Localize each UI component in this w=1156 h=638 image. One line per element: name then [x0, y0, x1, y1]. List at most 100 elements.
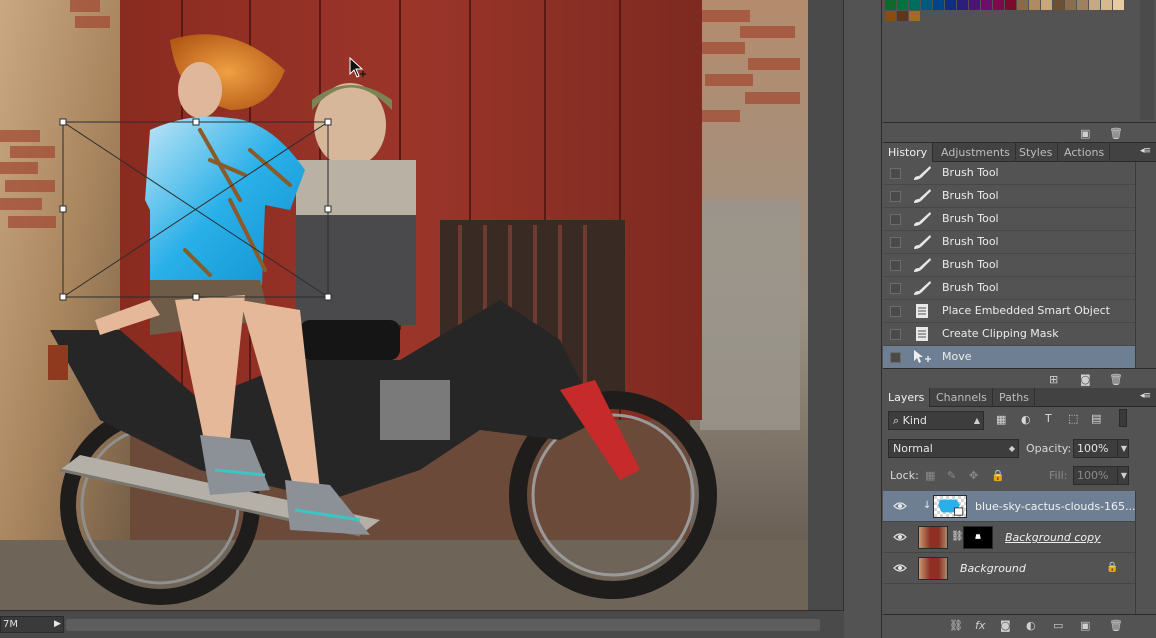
tab-actions[interactable]: Actions — [1059, 143, 1111, 162]
status-menu-arrow-icon[interactable]: ▶ — [54, 619, 61, 629]
swatch[interactable] — [957, 0, 968, 10]
blend-mode-select[interactable]: Normal ◆ — [888, 439, 1019, 458]
swatch[interactable] — [1101, 0, 1112, 10]
adjustment-layer-icon[interactable]: ◐ — [1026, 619, 1036, 632]
fx-icon[interactable]: fx — [975, 619, 985, 632]
swatch[interactable] — [1041, 0, 1052, 10]
swatch[interactable] — [885, 11, 896, 21]
swatch[interactable] — [1065, 0, 1076, 10]
canvas-image[interactable] — [0, 0, 808, 610]
swatch[interactable] — [897, 0, 908, 10]
history-snapshot-checkbox[interactable] — [890, 283, 901, 294]
layer-mask-thumbnail[interactable] — [963, 526, 993, 549]
lock-image-icon[interactable]: ✎ — [947, 469, 956, 482]
history-item[interactable]: Brush Tool — [883, 162, 1135, 185]
swatch[interactable] — [945, 0, 956, 10]
filter-smart-object-icon[interactable]: ▤ — [1091, 412, 1101, 425]
eye-icon[interactable] — [893, 500, 907, 512]
camera-icon[interactable]: ◙ — [1080, 373, 1091, 386]
swatch[interactable] — [909, 0, 920, 10]
swatch[interactable] — [921, 0, 932, 10]
tab-history[interactable]: History — [883, 143, 934, 162]
filter-pixel-icon[interactable]: ▦ — [996, 413, 1006, 426]
swatch[interactable] — [1113, 0, 1124, 10]
fill-input[interactable]: 100% ▼ — [1073, 466, 1129, 485]
tab-paths[interactable]: Paths — [994, 388, 1035, 407]
layer-name[interactable]: Background copy — [1005, 522, 1101, 553]
document-canvas[interactable] — [0, 0, 808, 610]
layer-name[interactable]: Background — [960, 553, 1026, 584]
swatch[interactable] — [885, 0, 896, 10]
brush-icon — [914, 166, 931, 180]
panel-menu-icon[interactable]: ◂≡ — [1140, 146, 1151, 156]
tab-channels[interactable]: Channels — [931, 388, 993, 407]
horizontal-scrollbar[interactable] — [66, 619, 820, 631]
chevron-down-icon[interactable]: ▼ — [1116, 467, 1130, 484]
chevron-down-icon[interactable]: ▼ — [1116, 440, 1130, 457]
history-item-label: Brush Tool — [942, 258, 999, 271]
panel-menu-icon[interactable]: ◂≡ — [1140, 391, 1151, 401]
history-item-label: Brush Tool — [942, 212, 999, 225]
layer-row[interactable]: ⛓ Background copy — [883, 522, 1135, 553]
filter-toggle-switch[interactable] — [1119, 409, 1127, 427]
layer-name[interactable]: blue-sky-cactus-clouds-165... — [975, 491, 1136, 522]
history-item[interactable]: Brush Tool — [883, 208, 1135, 231]
lock-all-icon[interactable]: 🔒 — [991, 469, 1005, 482]
swatch[interactable] — [1077, 0, 1088, 10]
history-snapshot-checkbox[interactable] — [890, 329, 901, 340]
history-item[interactable]: Place Embedded Smart Object — [883, 300, 1135, 323]
history-item-selected[interactable]: Move — [883, 346, 1135, 369]
group-folder-icon[interactable]: ▭ — [1053, 619, 1063, 632]
swatch[interactable] — [909, 11, 920, 21]
history-snapshot-checkbox[interactable] — [890, 214, 901, 225]
history-snapshot-checkbox[interactable] — [890, 168, 901, 179]
eye-icon[interactable] — [893, 562, 907, 574]
filter-adjustment-icon[interactable]: ◐ — [1021, 413, 1031, 426]
eye-icon[interactable] — [893, 531, 907, 543]
layer-row[interactable]: Background 🔒 — [883, 553, 1135, 584]
new-layer-icon[interactable]: ▣ — [1080, 619, 1090, 632]
tab-adjustments[interactable]: Adjustments — [936, 143, 1016, 162]
swatch[interactable] — [897, 11, 908, 21]
tab-layers[interactable]: Layers — [883, 388, 931, 407]
new-document-from-state-icon[interactable]: ⊞ — [1049, 373, 1058, 386]
lock-transparent-icon[interactable]: ▦ — [925, 469, 935, 482]
swatch[interactable] — [933, 0, 944, 10]
swatch[interactable] — [969, 0, 980, 10]
history-item[interactable]: Brush Tool — [883, 277, 1135, 300]
trash-icon[interactable]: 🗑 — [1109, 373, 1123, 386]
link-layers-icon[interactable]: ⛓ — [949, 619, 963, 632]
swatch[interactable] — [1005, 0, 1016, 10]
swatch[interactable] — [1053, 0, 1064, 10]
history-snapshot-checkbox[interactable] — [890, 191, 901, 202]
tab-styles[interactable]: Styles — [1014, 143, 1059, 162]
history-item[interactable]: Brush Tool — [883, 254, 1135, 277]
search-icon: ⌕ — [893, 414, 900, 427]
layer-row-selected[interactable]: ↓ blue-sky-cactus-clouds-165... — [883, 491, 1136, 522]
swatch[interactable] — [981, 0, 992, 10]
filter-shape-icon[interactable]: ⬚ — [1068, 412, 1078, 425]
add-mask-icon[interactable]: ◙ — [1000, 619, 1011, 632]
filter-type-icon[interactable]: T — [1045, 412, 1052, 425]
history-snapshot-checkbox[interactable] — [890, 260, 901, 271]
swatches-scrollbar[interactable] — [1140, 0, 1154, 120]
layers-scrollbar[interactable] — [1135, 491, 1156, 614]
swatch[interactable] — [1029, 0, 1040, 10]
link-icon[interactable]: ⛓ — [951, 531, 964, 542]
opacity-input[interactable]: 100% ▼ — [1073, 439, 1129, 458]
swatch[interactable] — [993, 0, 1004, 10]
history-scrollbar[interactable] — [1135, 162, 1156, 368]
history-item[interactable]: Brush Tool — [883, 185, 1135, 208]
history-item[interactable]: Create Clipping Mask — [883, 323, 1135, 346]
new-swatch-icon[interactable]: ▣ — [1080, 127, 1090, 140]
swatch[interactable] — [1089, 0, 1100, 10]
swatch[interactable] — [1017, 0, 1028, 10]
lock-position-icon[interactable]: ✥ — [969, 469, 978, 482]
trash-icon[interactable]: 🗑 — [1109, 127, 1123, 140]
history-snapshot-checkbox[interactable] — [890, 352, 901, 363]
trash-icon[interactable]: 🗑 — [1109, 619, 1123, 632]
layer-filter-select[interactable]: ⌕ Kind ▲ — [888, 411, 984, 430]
history-snapshot-checkbox[interactable] — [890, 237, 901, 248]
history-snapshot-checkbox[interactable] — [890, 306, 901, 317]
history-item[interactable]: Brush Tool — [883, 231, 1135, 254]
